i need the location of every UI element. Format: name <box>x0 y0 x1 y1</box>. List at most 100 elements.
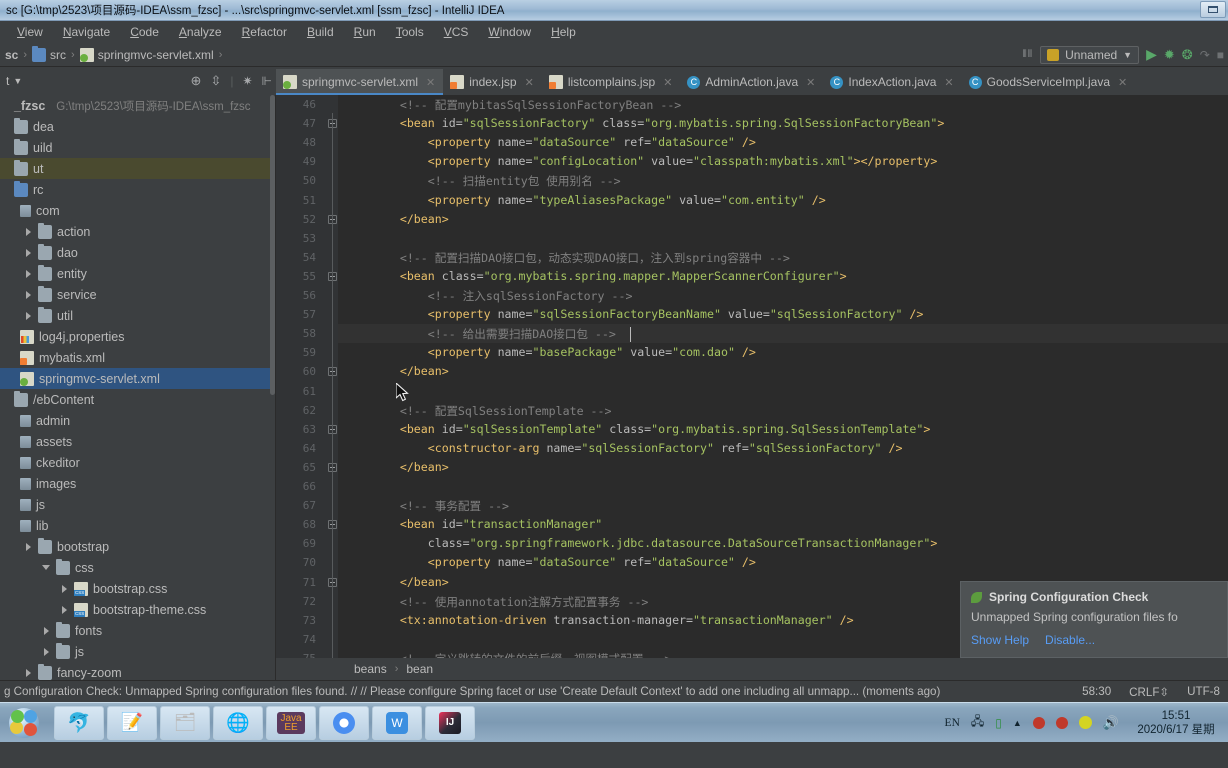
network-icon[interactable]: 🖧 <box>971 712 984 733</box>
settings-gear-icon[interactable]: ✷ <box>242 74 252 88</box>
clock[interactable]: 15:51 2020/6/17 星期 <box>1130 709 1222 737</box>
caret-position[interactable]: 58:30 <box>1082 685 1111 698</box>
menu-item-refactor[interactable]: Refactor <box>233 23 296 41</box>
input-language-indicator[interactable]: EN <box>945 717 960 729</box>
navbar-right-toolbar[interactable]: ⦀⦀ Unnamed ▼ ▶ ✹ ❂ ↷ ■ <box>1022 45 1224 64</box>
record-icon[interactable] <box>1032 716 1045 729</box>
run-with-coverage-button[interactable]: ❂ <box>1182 47 1193 63</box>
taskbar-button-wps[interactable]: W <box>372 705 422 740</box>
tree-node-fancy-zoom[interactable]: fancy-zoom <box>0 662 276 680</box>
close-tab-icon[interactable]: ✕ <box>1118 76 1127 89</box>
balloon-links[interactable]: Show Help Disable... <box>971 633 1217 647</box>
tree-node-images[interactable]: images <box>0 473 276 494</box>
tree-node-css[interactable]: css <box>0 557 276 578</box>
editor-tab-5[interactable]: C GoodsServiceImpl.java ✕ <box>962 69 1136 95</box>
taskbar-button-intellij[interactable]: IJ <box>425 705 475 740</box>
breadcrumb-src[interactable]: src <box>29 45 69 63</box>
hide-toolwindow-icon[interactable]: ⊩ <box>262 74 272 88</box>
status-bar[interactable]: g Configuration Check: Unmapped Spring c… <box>0 680 1228 702</box>
chevron-right-icon[interactable] <box>60 605 69 614</box>
start-button[interactable] <box>2 705 46 741</box>
tree-node-entity[interactable]: entity <box>0 263 276 284</box>
breadcrumb-bean[interactable]: bean <box>406 662 433 676</box>
project-toolwindow-header[interactable]: t ▼ ⊕ ⇳ | ✷ ⊩ <box>0 67 276 95</box>
close-tab-icon[interactable]: ✕ <box>426 76 435 89</box>
taskbar-button-navicat[interactable]: 🐬 <box>54 705 104 740</box>
breadcrumb-project[interactable]: sc <box>4 47 21 63</box>
system-tray[interactable]: EN 🖧 ▯ ▲ 🔊 15:51 2020/6/17 星期 <box>945 709 1222 737</box>
editor-tab-0[interactable]: springmvc-servlet.xml ✕ <box>276 69 444 95</box>
usb-icon[interactable]: ▯ <box>995 716 1002 730</box>
menu-item-vcs[interactable]: VCS <box>435 23 478 41</box>
line-separator[interactable]: CRLF⇳ <box>1129 685 1169 699</box>
tree-node-dea[interactable]: dea <box>0 116 276 137</box>
debug-button[interactable]: ✹ <box>1164 47 1175 63</box>
chevron-right-icon[interactable] <box>60 584 69 593</box>
tree-node-uild[interactable]: uild <box>0 137 276 158</box>
project-root-node[interactable]: _fzsc G:\tmp\2523\项目源码-IDEA\ssm_fzsc <box>0 95 276 116</box>
menu-item-build[interactable]: Build <box>298 23 343 41</box>
target-icon[interactable]: ⊕ <box>191 73 202 89</box>
app-tray-icon[interactable] <box>1055 716 1068 729</box>
close-tab-icon[interactable]: ✕ <box>525 76 534 89</box>
close-tab-icon[interactable]: ✕ <box>663 76 672 89</box>
windows-taskbar[interactable]: 🐬 📝 🗂 🌐 Java EE W IJ EN 🖧 ▯ ▲ 🔊 15:51 2020/6/17… <box>0 702 1228 742</box>
chevron-right-icon[interactable] <box>42 647 51 656</box>
tree-node-fonts[interactable]: fonts <box>0 620 276 641</box>
menu-item-code[interactable]: Code <box>121 23 168 41</box>
editor-tab-bar[interactable]: springmvc-servlet.xml ✕ index.jsp ✕ listcomp… <box>276 67 1228 95</box>
volume-icon[interactable]: 🔊 <box>1103 715 1119 731</box>
chevron-right-icon[interactable] <box>24 248 33 257</box>
tree-node-bootstrap-theme-css[interactable]: bootstrap-theme.css <box>0 599 276 620</box>
run-configuration-selector[interactable]: Unnamed ▼ <box>1040 45 1140 64</box>
menu-item-window[interactable]: Window <box>479 23 540 41</box>
menu-item-tools[interactable]: Tools <box>387 23 433 41</box>
tree-node-ut[interactable]: ut <box>0 158 276 179</box>
tree-node-springmvc-servlet-xml[interactable]: springmvc-servlet.xml <box>0 368 276 389</box>
breadcrumb-beans[interactable]: beans <box>354 662 387 676</box>
breadcrumb-file[interactable]: springmvc-servlet.xml <box>77 47 217 63</box>
menu-item-view[interactable]: View <box>8 23 52 41</box>
tree-node-bootstrap[interactable]: bootstrap <box>0 536 276 557</box>
chevron-right-icon[interactable] <box>24 227 33 236</box>
run-button[interactable]: ▶ <box>1146 46 1157 63</box>
taskbar-button-javaee-ide[interactable]: Java EE <box>266 705 316 740</box>
menu-item-analyze[interactable]: Analyze <box>170 23 231 41</box>
taskbar-button-filemanager[interactable]: 🗂 <box>160 705 210 740</box>
disable-link[interactable]: Disable... <box>1045 633 1095 647</box>
tree-node-assets[interactable]: assets <box>0 431 276 452</box>
close-tab-icon[interactable]: ✕ <box>944 76 953 89</box>
editor-tab-1[interactable]: index.jsp ✕ <box>443 69 542 95</box>
stop-icon[interactable]: ■ <box>1217 48 1224 62</box>
editor-tab-3[interactable]: C AdminAction.java ✕ <box>680 69 823 95</box>
tree-node-ckeditor[interactable]: ckeditor <box>0 452 276 473</box>
editor-breadcrumbs[interactable]: beans › bean <box>276 658 1228 680</box>
status-bar-right[interactable]: 58:30 CRLF⇳ UTF-8 <box>1082 685 1220 699</box>
chevron-right-icon[interactable] <box>24 542 33 551</box>
navigation-bar[interactable]: sc › src › springmvc-servlet.xml › ⦀⦀ Un… <box>0 43 1228 67</box>
tree-node-mybatis-xml[interactable]: mybatis.xml <box>0 347 276 368</box>
chevron-down-icon[interactable]: ▼ <box>13 76 22 86</box>
window-controls[interactable] <box>1200 1 1226 18</box>
tree-node-lib[interactable]: lib <box>0 515 276 536</box>
editor-gutter[interactable]: 46 47 48 49 50 51 52 53 54 55 56 57 58 59 60 61 62 63 64 65… <box>276 95 338 680</box>
close-tab-icon[interactable]: ✕ <box>806 76 815 89</box>
show-help-link[interactable]: Show Help <box>971 633 1029 647</box>
tree-node-js[interactable]: js <box>0 641 276 662</box>
chevron-right-icon[interactable] <box>24 290 33 299</box>
taskbar-button-chromium[interactable] <box>319 705 369 740</box>
code-editor[interactable]: 46 47 48 49 50 51 52 53 54 55 56 57 58 59 60 61 62 63 64 65… <box>276 95 1228 680</box>
menu-item-help[interactable]: Help <box>542 23 585 41</box>
restore-window-button[interactable] <box>1200 1 1226 18</box>
file-encoding[interactable]: UTF-8 <box>1187 685 1220 698</box>
tree-node-log4j-properties[interactable]: log4j.properties <box>0 326 276 347</box>
tree-node-util[interactable]: util <box>0 305 276 326</box>
project-tree[interactable]: _fzsc G:\tmp\2523\项目源码-IDEA\ssm_fzsc dea ui… <box>0 95 276 680</box>
show-hidden-icons-icon[interactable]: ▲ <box>1013 718 1022 728</box>
collapse-all-icon[interactable]: ⇳ <box>210 73 221 89</box>
taskbar-button-ie[interactable]: 🌐 <box>213 705 263 740</box>
tree-node-js[interactable]: js <box>0 494 276 515</box>
menu-bar[interactable]: View Navigate Code Analyze Refactor Build Run T… <box>0 21 1228 43</box>
tree-node-bootstrap-css[interactable]: bootstrap.css <box>0 578 276 599</box>
taskbar-items[interactable]: 🐬 📝 🗂 🌐 Java EE W IJ <box>54 705 475 740</box>
